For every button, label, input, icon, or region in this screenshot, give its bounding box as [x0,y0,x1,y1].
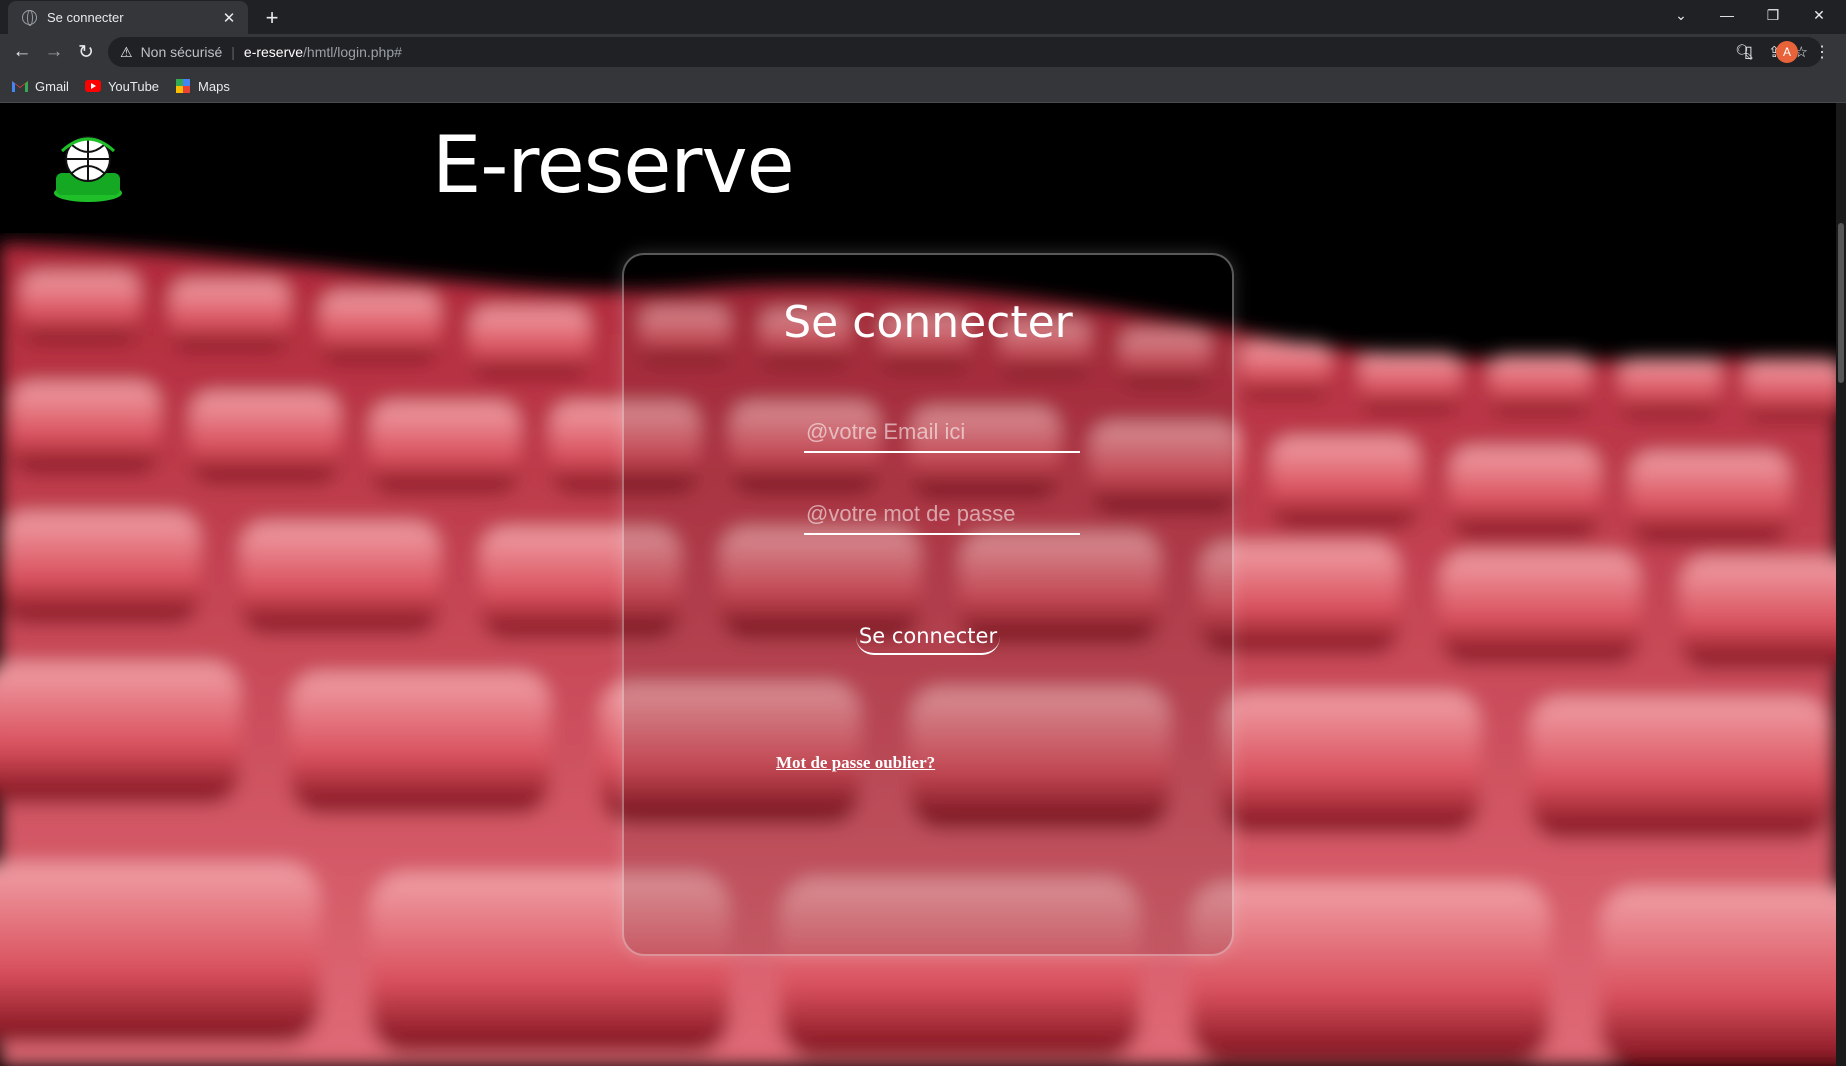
password-field[interactable] [804,495,1080,533]
menu-icon[interactable]: ⋮ [1814,38,1830,66]
browser-chrome: Se connecter ✕ + ⌄ ― ❐ ✕ ← → ↻ ⚠ Non séc… [0,0,1846,103]
profile-button[interactable]: A [1776,38,1798,66]
email-field[interactable] [804,413,1080,451]
minimize-icon[interactable]: ― [1704,0,1750,30]
gmail-icon [12,79,28,93]
avatar[interactable]: A [1776,41,1798,63]
close-window-icon[interactable]: ✕ [1796,0,1842,30]
login-card: Se connecter Se connecter Mot de passe o… [622,253,1234,956]
toolbar: ← → ↻ ⚠ Non sécurisé | e-reserve/hmtl/lo… [0,34,1846,70]
forgot-password-link[interactable]: Mot de passe oublier? [776,753,935,773]
restore-icon[interactable]: ❐ [1750,0,1796,30]
globe-logo[interactable] [48,129,128,209]
maps-icon [175,79,191,93]
password-field-wrapper [804,495,1080,535]
side-panel-icon[interactable]: ▯ [1744,38,1753,66]
bookmark-label: Gmail [35,78,69,94]
bookmarks-bar: Gmail YouTube Maps [0,70,1846,103]
back-icon[interactable]: ← [8,38,36,66]
close-tab-icon[interactable]: ✕ [220,9,238,27]
youtube-icon [84,79,101,93]
page-content: E-reserve Se connecter Se connecter Mot … [0,103,1836,1066]
tab-title: Se connecter [47,10,124,25]
bookmark-label: Maps [198,78,230,94]
tab-active[interactable]: Se connecter ✕ [8,1,248,34]
bookmark-gmail[interactable]: Gmail [12,79,69,94]
url-path[interactable]: /hmtl/login.php# [303,44,402,60]
new-tab-button[interactable]: + [258,4,286,32]
forward-icon[interactable]: → [40,38,68,66]
warning-icon[interactable]: ⚠ [120,44,133,61]
tab-search-icon[interactable]: ⌄ [1658,0,1704,30]
scrollbar[interactable] [1836,103,1846,1066]
security-label[interactable]: Non sécurisé [141,44,223,60]
tab-strip: Se connecter ✕ + ⌄ ― ❐ ✕ [0,0,1846,34]
address-bar[interactable]: ⚠ Non sécurisé | e-reserve/hmtl/login.ph… [108,37,1822,67]
bookmark-maps[interactable]: Maps [175,79,230,94]
url-separator: | [231,44,235,60]
url-host[interactable]: e-reserve [244,44,303,60]
reload-icon[interactable]: ↻ [72,38,100,66]
email-field-wrapper [804,413,1080,453]
scrollbar-thumb[interactable] [1838,223,1844,383]
globe-icon [22,10,37,26]
login-title: Se connecter [783,297,1073,348]
bookmark-label: YouTube [107,78,160,94]
login-button[interactable]: Se connecter [856,619,1000,655]
brand-title: E-reserve [432,121,795,211]
bookmark-youtube[interactable]: YouTube [84,78,160,94]
